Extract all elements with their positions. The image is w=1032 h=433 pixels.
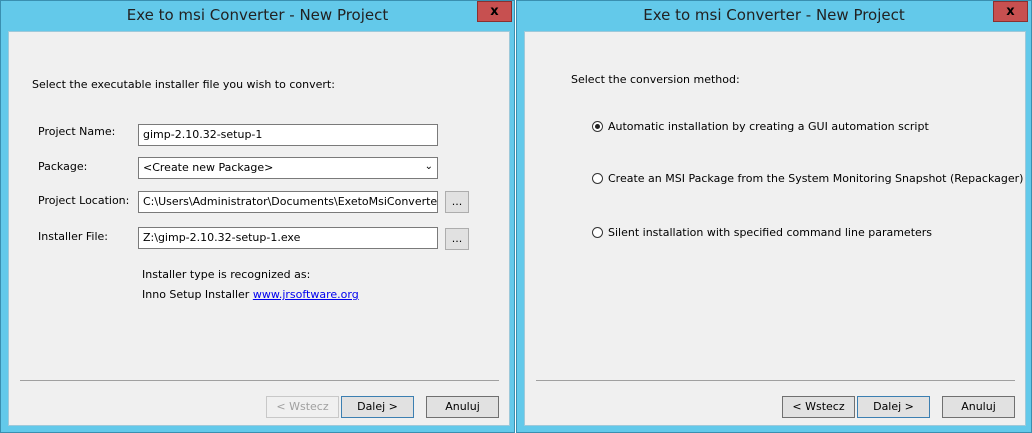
left-window: Exe to msi Converter - New Project x Sel… xyxy=(0,0,515,433)
installer-type: Inno Setup Installer www.jrsoftware.org xyxy=(142,288,359,301)
installer-label: Installer File: xyxy=(38,230,109,243)
package-label: Package: xyxy=(38,160,88,173)
radio-icon xyxy=(592,227,603,238)
right-window: Exe to msi Converter - New Project x Sel… xyxy=(516,0,1032,433)
vendor-link[interactable]: www.jrsoftware.org xyxy=(253,288,359,301)
browse-installer-button[interactable]: ... xyxy=(445,228,469,250)
option-label: Silent installation with specified comma… xyxy=(608,226,933,239)
package-select[interactable]: <Create new Package> ⌄ xyxy=(138,157,438,179)
client-area: Select the conversion method: Automatic … xyxy=(524,31,1026,426)
location-label: Project Location: xyxy=(38,194,130,207)
chevron-down-icon: ⌄ xyxy=(424,161,433,172)
close-button[interactable]: x xyxy=(993,1,1028,22)
back-button[interactable]: < Wstecz xyxy=(782,396,855,418)
project-name-input[interactable]: gimp-2.10.32-setup-1 xyxy=(138,124,438,146)
radio-selected-icon xyxy=(592,121,603,132)
installer-input[interactable]: Z:\gimp-2.10.32-setup-1.exe xyxy=(138,227,438,249)
separator xyxy=(20,380,499,381)
option-repackager[interactable]: Create an MSI Package from the System Mo… xyxy=(592,172,1023,185)
next-button[interactable]: Dalej > xyxy=(341,396,414,418)
option-label: Create an MSI Package from the System Mo… xyxy=(608,172,1024,185)
recognized-text: Installer type is recognized as: xyxy=(142,268,311,281)
cancel-button[interactable]: Anuluj xyxy=(426,396,499,418)
close-button[interactable]: x xyxy=(477,1,512,22)
package-value: <Create new Package> xyxy=(143,161,274,174)
window-title: Exe to msi Converter - New Project xyxy=(126,6,389,24)
instruction: Select the executable installer file you… xyxy=(32,78,335,91)
radio-icon xyxy=(592,173,603,184)
option-silent[interactable]: Silent installation with specified comma… xyxy=(592,226,932,239)
browse-location-button[interactable]: ... xyxy=(445,191,469,213)
location-input[interactable]: C:\Users\Administrator\Documents\ExetoMs… xyxy=(138,191,438,213)
project-name-label: Project Name: xyxy=(38,125,116,138)
installer-type-text: Inno Setup Installer xyxy=(142,288,250,301)
option-gui-automation[interactable]: Automatic installation by creating a GUI… xyxy=(592,120,929,133)
option-label: Automatic installation by creating a GUI… xyxy=(608,120,929,133)
back-button[interactable]: < Wstecz xyxy=(266,396,339,418)
cancel-button[interactable]: Anuluj xyxy=(942,396,1015,418)
instruction: Select the conversion method: xyxy=(571,73,740,86)
client-area: Select the executable installer file you… xyxy=(8,31,510,426)
window-title: Exe to msi Converter - New Project xyxy=(643,6,905,24)
separator xyxy=(536,380,1015,381)
next-button[interactable]: Dalej > xyxy=(857,396,930,418)
